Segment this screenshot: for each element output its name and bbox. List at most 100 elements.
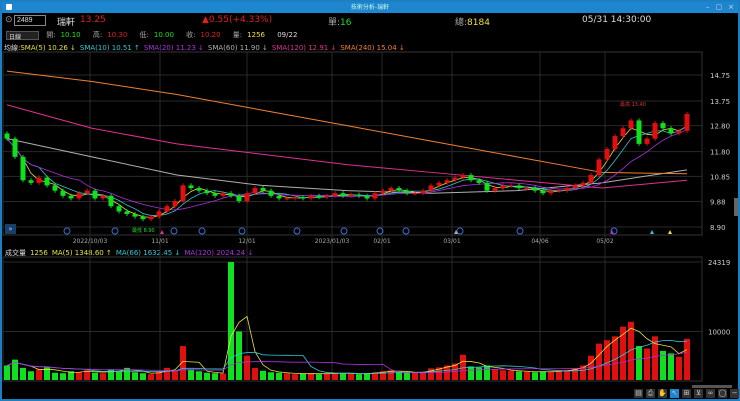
signal-triangle-icon xyxy=(668,230,672,234)
volume-bar xyxy=(676,356,682,380)
toolbar-button-8[interactable]: − xyxy=(730,389,739,398)
toolbar-button-7[interactable]: ◯ xyxy=(718,389,727,398)
volume-bar xyxy=(532,372,538,380)
candle xyxy=(524,188,530,190)
candle xyxy=(196,188,202,191)
toolbar-button-4[interactable]: ⊞ xyxy=(682,389,691,398)
candle xyxy=(628,120,634,129)
volume-bar xyxy=(540,371,546,380)
candle xyxy=(28,180,34,183)
date-label: 11/01 xyxy=(151,238,168,245)
price-volume-chart[interactable]: 14.75 13.75 12.80 11.80 10.85 9.88 8.90 24319 10… xyxy=(2,2,738,399)
event-marker-icon xyxy=(63,227,71,235)
candle xyxy=(180,185,186,202)
volume-bar xyxy=(52,372,58,380)
candle xyxy=(68,195,74,199)
toolbar-button-2[interactable]: ✋ xyxy=(658,389,667,398)
volume-bar xyxy=(348,373,354,380)
volume-bar xyxy=(644,348,650,380)
event-marker-icon xyxy=(516,227,524,235)
candle xyxy=(596,159,602,176)
volume-bar xyxy=(324,373,330,380)
candle xyxy=(364,195,370,199)
toolbar-button-0[interactable]: ▤ xyxy=(634,389,643,398)
candle xyxy=(492,188,498,191)
volume-bar xyxy=(260,370,266,380)
volume-bar xyxy=(508,370,514,380)
volume-bar xyxy=(20,367,26,380)
candle xyxy=(212,193,218,196)
toolbar-button-5[interactable]: ⊻ xyxy=(694,389,703,398)
date-label: 02/01 xyxy=(373,238,390,245)
expand-icon[interactable]: » xyxy=(5,224,16,234)
volume-bar xyxy=(300,373,306,380)
candle xyxy=(652,123,658,139)
price-tick-label: 12.80 xyxy=(710,123,730,131)
date-label: 04/06 xyxy=(531,238,548,245)
volume-bar xyxy=(340,373,346,380)
candle xyxy=(148,216,154,220)
candle xyxy=(188,185,194,189)
candle xyxy=(636,120,642,144)
candle xyxy=(156,211,162,217)
candle xyxy=(60,190,66,196)
candle xyxy=(516,185,522,189)
candle xyxy=(428,185,434,191)
candle xyxy=(204,190,210,194)
volume-bar xyxy=(204,372,210,380)
volume-bar xyxy=(100,373,106,380)
volume-bar xyxy=(668,353,674,380)
candle xyxy=(124,211,130,215)
candle xyxy=(412,193,418,195)
volume-bar xyxy=(516,371,522,380)
candle xyxy=(236,195,242,202)
volume-bar xyxy=(292,374,298,380)
event-marker-icon xyxy=(170,227,178,235)
volume-bar xyxy=(148,374,154,380)
candle xyxy=(468,175,474,181)
candle xyxy=(588,175,594,183)
volume-bar xyxy=(140,373,146,380)
event-marker-icon xyxy=(402,227,410,235)
candle xyxy=(12,138,18,157)
volume-tick-label: 10000 xyxy=(708,328,730,336)
high-annotation: 最高 13.40 xyxy=(620,101,646,108)
signal-triangle-icon xyxy=(650,230,654,234)
toolbar-button-3[interactable]: ↖ xyxy=(670,389,679,398)
price-tick-label: 11.80 xyxy=(710,149,730,157)
event-marker-icon xyxy=(238,227,246,235)
price-tick-label: 10.85 xyxy=(710,173,730,181)
candle xyxy=(52,185,58,191)
candle xyxy=(444,180,450,183)
candle xyxy=(548,190,554,194)
candle xyxy=(404,190,410,194)
horizontal-scrollbar[interactable] xyxy=(692,385,732,388)
candle xyxy=(420,190,426,194)
candle xyxy=(460,175,466,178)
volume-bar xyxy=(284,373,290,380)
candle xyxy=(4,133,10,139)
candle xyxy=(556,190,562,192)
volume-tick-label: 24319 xyxy=(708,259,730,267)
event-marker-icon xyxy=(111,227,119,235)
toolbar-button-6[interactable]: ∞ xyxy=(706,389,715,398)
candle xyxy=(284,198,290,200)
volume-bar xyxy=(468,366,474,380)
candle xyxy=(332,193,338,196)
candle xyxy=(164,206,170,212)
volume-bar xyxy=(316,374,322,380)
volume-bar xyxy=(196,371,202,380)
price-tick-label: 14.75 xyxy=(710,72,730,80)
candle xyxy=(500,185,506,189)
candle xyxy=(92,190,98,199)
vertical-scrollbar[interactable] xyxy=(734,198,738,216)
toolbar-button-1[interactable]: ⎙ xyxy=(646,389,655,398)
candle xyxy=(244,193,250,202)
candle xyxy=(132,214,138,217)
candle xyxy=(580,182,586,186)
candle xyxy=(116,206,122,212)
candle xyxy=(532,188,538,191)
candle xyxy=(220,193,226,196)
event-marker-icon xyxy=(293,227,301,235)
candle xyxy=(300,197,306,199)
